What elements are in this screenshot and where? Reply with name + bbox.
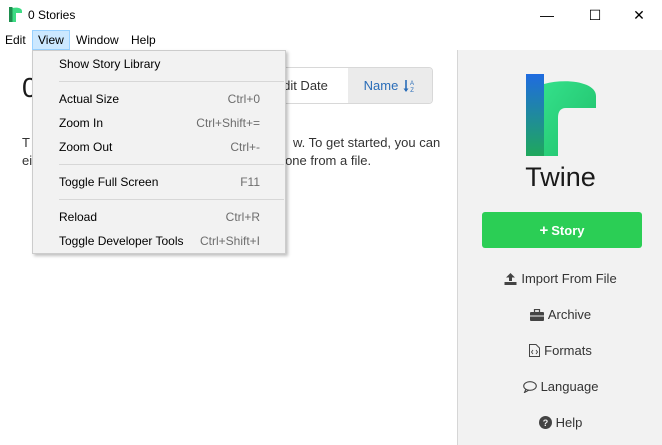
- menu-help[interactable]: Help: [126, 30, 161, 50]
- menu-separator: [59, 199, 284, 200]
- menu-item-actual-size[interactable]: Actual Size Ctrl+0: [33, 88, 285, 110]
- menu-item-shortcut: Ctrl+0: [227, 92, 260, 106]
- new-story-button[interactable]: + Story: [482, 212, 642, 248]
- formats-label: Formats: [544, 343, 592, 358]
- svg-text:A: A: [410, 81, 414, 87]
- language-label: Language: [540, 379, 599, 394]
- menu-item-shortcut: Ctrl+Shift+I: [199, 234, 260, 248]
- menu-item-show-story-library[interactable]: Show Story Library: [33, 53, 285, 75]
- upload-icon: [504, 272, 517, 285]
- view-menu-dropdown: Show Story Library Actual Size Ctrl+0 Zo…: [32, 50, 286, 254]
- intro-line-1-left: T: [22, 135, 30, 150]
- archive-label: Archive: [547, 307, 592, 322]
- sort-button-group: dit Date Name A Z: [262, 67, 433, 104]
- plus-icon: +: [539, 221, 549, 239]
- menu-edit[interactable]: Edit: [0, 30, 31, 50]
- archive-button[interactable]: Archive: [458, 307, 662, 322]
- menu-item-zoom-in[interactable]: Zoom In Ctrl+Shift+=: [33, 112, 285, 134]
- menu-separator: [59, 81, 284, 82]
- menu-item-label: Zoom Out: [59, 140, 113, 154]
- language-button[interactable]: Language: [458, 379, 662, 394]
- comment-icon: [522, 380, 537, 393]
- menu-item-label: Toggle Full Screen: [59, 175, 159, 189]
- menu-item-toggle-full-screen[interactable]: Toggle Full Screen F11: [33, 171, 285, 193]
- sort-by-name-label: Name: [363, 78, 399, 93]
- menu-separator: [59, 164, 284, 165]
- twine-logo-icon: [526, 74, 596, 156]
- menu-item-label: Reload: [59, 210, 98, 224]
- question-circle-icon: ?: [538, 416, 552, 429]
- close-button[interactable]: ✕: [616, 0, 662, 30]
- menu-item-shortcut: F11: [240, 175, 260, 189]
- help-button[interactable]: ? Help: [458, 415, 662, 430]
- title-bar: 0 Stories — ☐ ✕: [0, 0, 662, 30]
- menu-item-shortcut: Ctrl+R: [225, 210, 260, 224]
- formats-button[interactable]: Formats: [458, 343, 662, 358]
- intro-line-1-right: w. To get started, you can: [293, 135, 441, 150]
- maximize-button[interactable]: ☐: [572, 0, 618, 30]
- sort-alpha-icon: A Z: [403, 79, 415, 93]
- menu-item-label: Toggle Developer Tools: [59, 234, 184, 248]
- menu-bar: Edit View Window Help: [0, 30, 662, 50]
- window-title: 0 Stories: [28, 8, 76, 22]
- help-label: Help: [555, 415, 583, 430]
- intro-line-2-left: ei: [22, 153, 33, 168]
- menu-item-shortcut: Ctrl+Shift+=: [196, 116, 260, 130]
- menu-item-reload[interactable]: Reload Ctrl+R: [33, 206, 285, 228]
- menu-item-zoom-out[interactable]: Zoom Out Ctrl+-: [33, 136, 285, 158]
- menu-window[interactable]: Window: [71, 30, 124, 50]
- menu-item-shortcut: Ctrl+-: [230, 140, 260, 154]
- import-label: Import From File: [521, 271, 617, 286]
- twine-logo-icon: [9, 7, 22, 22]
- minimize-button[interactable]: —: [524, 0, 570, 30]
- menu-item-toggle-developer-tools[interactable]: Toggle Developer Tools Ctrl+Shift+I: [33, 230, 285, 252]
- svg-text:?: ?: [542, 418, 548, 428]
- menu-item-label: Actual Size: [59, 92, 120, 106]
- brand-name: Twine: [525, 162, 596, 192]
- menu-item-label: Zoom In: [59, 116, 104, 130]
- file-code-icon: [529, 344, 541, 357]
- menu-view[interactable]: View: [32, 30, 70, 50]
- briefcase-icon: [529, 308, 544, 321]
- import-from-file-button[interactable]: Import From File: [458, 271, 662, 286]
- sort-by-name-button[interactable]: Name A Z: [348, 68, 432, 103]
- new-story-label: Story: [551, 222, 585, 238]
- menu-item-label: Show Story Library: [59, 57, 161, 71]
- svg-text:Z: Z: [411, 88, 415, 93]
- sidebar: Twine + Story Import From File Archive F…: [457, 50, 662, 445]
